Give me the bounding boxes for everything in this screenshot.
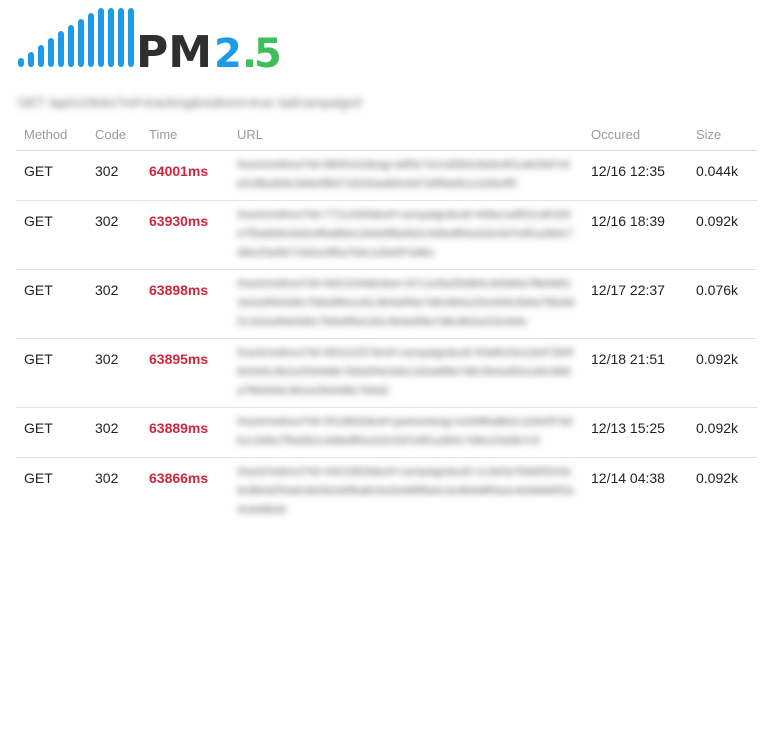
- table-row: GET 302 63866ms /track/redirect?id=44019…: [16, 458, 757, 527]
- page-subtitle: GET /api/v1/links?ref=tracking&redirect=…: [18, 95, 362, 110]
- cell-code: 302: [87, 407, 141, 458]
- cell-code: 302: [95, 470, 119, 486]
- cell-url: /track/redirect?id=66310257&ref=campaign…: [229, 338, 583, 408]
- cell-method: GET: [24, 470, 53, 486]
- cell-occured: 12/14 04:38: [591, 470, 665, 486]
- cell-time: 63930ms: [141, 200, 229, 270]
- url-link[interactable]: /track/redirect?id=8845102&sig=a9f3c7e21…: [237, 156, 575, 194]
- cell-size: 0.092k: [688, 407, 757, 458]
- table-row: GET 302 63889ms /track/redirect?id=55188…: [16, 407, 757, 458]
- cell-method: GET: [16, 338, 87, 408]
- table-row: GET 302 64001ms /track/redirect?id=88451…: [16, 150, 757, 201]
- url-link[interactable]: /track/redirect?id=5518830&ref=partner&s…: [237, 413, 575, 451]
- cell-url: /track/redirect?id=5518830&ref=partner&s…: [229, 407, 583, 458]
- cell-size: 0.076k: [688, 269, 757, 339]
- cell-occured: 12/17 22:37: [583, 269, 688, 339]
- cell-code: 302: [87, 200, 141, 270]
- table-row: GET 302 63898ms /track/redirect?id=99210…: [16, 269, 757, 339]
- cell-method: GET: [16, 200, 87, 270]
- table-row: GET 302 63930ms /track/redirect?id=77214…: [16, 200, 757, 270]
- logo: PM 2 . 5: [16, 8, 306, 70]
- cell-code: 302: [87, 338, 141, 408]
- url-link[interactable]: /track/redirect?id=77214309&ref=campaign…: [237, 206, 575, 263]
- cell-method: GET: [16, 407, 87, 458]
- cell-time: 63895ms: [141, 338, 229, 408]
- cell-time: 63889ms: [141, 407, 229, 458]
- header-url: URL: [229, 118, 583, 151]
- table-header-row: Method Code Time URL Occured Size: [16, 118, 757, 151]
- url-link[interactable]: /track/redirect?id=66310257&ref=campaign…: [237, 344, 575, 401]
- logo-version-text: 2 . 5: [214, 31, 282, 70]
- cell-size: 0.044k: [688, 150, 757, 201]
- cell-url: /track/redirect?id=9921044&token=b7c1e9a…: [229, 269, 583, 339]
- cell-url: /track/redirect?id=44019826&ref=campaign…: [229, 458, 583, 527]
- cell-occured: 12/16 12:35: [583, 150, 688, 201]
- header-code: Code: [87, 118, 141, 151]
- cell-url: /track/redirect?id=77214309&ref=campaign…: [229, 200, 583, 270]
- cell-url: /track/redirect?id=8845102&sig=a9f3c7e21…: [229, 150, 583, 201]
- cell-code: 302: [87, 150, 141, 201]
- cell-time: 63866ms: [149, 470, 209, 486]
- cell-occured: 12/18 21:51: [583, 338, 688, 408]
- cell-size: 0.092k: [688, 200, 757, 270]
- url-link[interactable]: /track/redirect?id=9921044&token=b7c1e9a…: [237, 275, 575, 332]
- requests-table: Method Code Time URL Occured Size GET 30…: [16, 118, 757, 526]
- header-size: Size: [688, 118, 757, 151]
- table-body: GET 302 64001ms /track/redirect?id=88451…: [16, 150, 757, 527]
- cell-size: 0.092k: [696, 470, 739, 486]
- cell-time: 64001ms: [141, 150, 229, 201]
- pm25-logo: PM 2 . 5: [18, 8, 282, 70]
- table-header: Method Code Time URL Occured Size: [16, 118, 757, 151]
- signal-bars-icon: [18, 8, 134, 67]
- svg-text:2: 2: [214, 31, 242, 70]
- table-row: GET 302 63895ms /track/redirect?id=66310…: [16, 338, 757, 408]
- cell-occured: 12/13 15:25: [583, 407, 688, 458]
- cell-size: 0.092k: [688, 338, 757, 408]
- header-method: Method: [16, 118, 87, 151]
- svg-text:5: 5: [254, 31, 282, 70]
- logo-pm-text: PM: [136, 27, 212, 70]
- url-link[interactable]: /track/redirect?id=44019826&ref=campaign…: [237, 463, 575, 520]
- cell-method: GET: [16, 269, 87, 339]
- cell-time: 63898ms: [141, 269, 229, 339]
- header-time: Time: [141, 118, 229, 151]
- header-occured: Occured: [583, 118, 688, 151]
- cell-code: 302: [87, 269, 141, 339]
- cell-method: GET: [16, 150, 87, 201]
- cell-occured: 12/16 18:39: [583, 200, 688, 270]
